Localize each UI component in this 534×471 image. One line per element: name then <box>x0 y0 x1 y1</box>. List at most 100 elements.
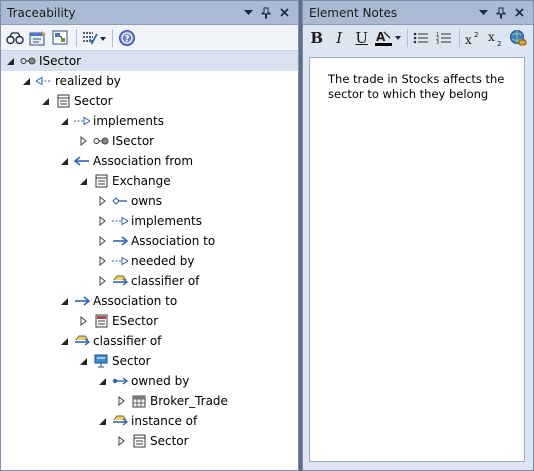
numbered-list-icon[interactable]: 123 <box>433 27 454 49</box>
toolbar-separator <box>458 29 460 47</box>
collapsed-triangle-icon[interactable] <box>77 135 89 147</box>
tree-node-label: Association to <box>131 234 216 248</box>
tree-node-label: realized by <box>55 74 121 88</box>
italic-button[interactable]: I <box>328 27 349 49</box>
subscript-icon[interactable]: x2 <box>485 27 506 49</box>
panel-title: Traceability <box>7 5 76 20</box>
element-notes-titlebar: Element Notes <box>303 1 533 25</box>
collapsed-triangle-icon[interactable] <box>115 435 127 447</box>
association-arrow-icon <box>74 293 90 309</box>
element-properties-icon[interactable] <box>27 27 49 49</box>
text-color-icon[interactable]: A <box>373 27 402 49</box>
bold-button[interactable]: B <box>306 27 327 49</box>
tree-node[interactable]: Sector <box>1 91 298 111</box>
tree-node[interactable]: ISector <box>1 131 298 151</box>
tree-node[interactable]: Sector <box>1 431 298 451</box>
svg-text:2: 2 <box>474 31 478 39</box>
tree-node-label: classifier of <box>131 274 200 288</box>
tree-node[interactable]: ISector <box>1 51 298 71</box>
tree-node[interactable]: ESector <box>1 311 298 331</box>
expanded-triangle-icon[interactable] <box>77 175 89 187</box>
dropdown-icon[interactable] <box>475 5 491 21</box>
tree-node[interactable]: owned by <box>1 371 298 391</box>
toolbar-separator <box>406 29 408 47</box>
expanded-triangle-icon[interactable] <box>96 415 108 427</box>
collapsed-triangle-icon[interactable] <box>96 255 108 267</box>
notes-editor[interactable]: The trade in Stocks affects the sector t… <box>309 57 525 462</box>
binoculars-icon[interactable] <box>4 27 26 49</box>
locate-in-diagram-icon[interactable] <box>50 27 72 49</box>
realization-arrow-icon <box>36 73 52 89</box>
dropdown-icon[interactable] <box>240 5 256 21</box>
tree-node[interactable]: Exchange <box>1 171 298 191</box>
tree-node-label: Sector <box>74 94 113 108</box>
expanded-triangle-icon[interactable] <box>58 335 70 347</box>
close-icon[interactable] <box>276 5 292 21</box>
notes-text[interactable]: The trade in Stocks affects the sector t… <box>310 58 524 102</box>
expanded-triangle-icon[interactable] <box>77 355 89 367</box>
expanded-triangle-icon[interactable] <box>96 375 108 387</box>
tree-node-label: ISector <box>39 54 82 68</box>
interface-icon <box>20 53 36 69</box>
tree-node-label: owned by <box>131 374 190 388</box>
collapsed-triangle-icon[interactable] <box>96 215 108 227</box>
close-icon[interactable] <box>511 5 527 21</box>
tree-node[interactable]: instance of <box>1 411 298 431</box>
tree-node-label: implements <box>93 114 164 128</box>
insert-hyperlink-icon[interactable] <box>508 27 529 49</box>
tree-node[interactable]: Association to <box>1 231 298 251</box>
expanded-triangle-icon[interactable] <box>4 55 16 67</box>
tree-node[interactable]: classifier of <box>1 331 298 351</box>
tree-node[interactable]: needed by <box>1 251 298 271</box>
underline-button[interactable]: U <box>351 27 372 49</box>
tree-node-label: needed by <box>131 254 195 268</box>
collapsed-triangle-icon[interactable] <box>96 275 108 287</box>
table-icon <box>131 393 147 409</box>
tree-node-label: Sector <box>150 434 189 448</box>
tree-node[interactable]: Sector <box>1 351 298 371</box>
element-notes-panel: Element Notes B I U A 123 x2 x2 The trad… <box>302 0 534 471</box>
bulleted-list-icon[interactable] <box>411 27 432 49</box>
pin-icon[interactable] <box>258 5 274 21</box>
pin-icon[interactable] <box>493 5 509 21</box>
traceability-titlebar: Traceability <box>1 1 298 25</box>
tree-node[interactable]: Association from <box>1 151 298 171</box>
tree-node[interactable]: owns <box>1 191 298 211</box>
expanded-triangle-icon[interactable] <box>58 295 70 307</box>
expanded-triangle-icon[interactable] <box>20 75 32 87</box>
tree-node-label: Sector <box>112 354 151 368</box>
collapsed-triangle-icon[interactable] <box>77 315 89 327</box>
help-icon[interactable]: ? <box>116 27 138 49</box>
classifier-icon <box>74 333 90 349</box>
classifier-icon <box>112 273 128 289</box>
tree-node[interactable]: classifier of <box>1 271 298 291</box>
notes-format-toolbar: B I U A 123 x2 x2 <box>303 25 533 51</box>
tree-node[interactable]: Association to <box>1 291 298 311</box>
svg-text:3: 3 <box>436 40 439 45</box>
tree-node-label: classifier of <box>93 334 162 348</box>
ownership-arrow-icon <box>112 373 128 389</box>
toolbar-separator <box>112 28 113 47</box>
tree-node[interactable]: implements <box>1 111 298 131</box>
tree-node[interactable]: Broker_Trade <box>1 391 298 411</box>
svg-text:x: x <box>465 33 472 46</box>
filter-options-icon[interactable] <box>80 27 108 49</box>
tree-node-label: Association to <box>93 294 178 308</box>
tree-node[interactable]: realized by <box>1 71 298 91</box>
class-icon <box>55 93 71 109</box>
collapsed-triangle-icon[interactable] <box>115 395 127 407</box>
tree-node-label: Broker_Trade <box>150 394 228 408</box>
traceability-panel: Traceability ? ISector realized by Secto… <box>0 0 299 471</box>
collapsed-triangle-icon[interactable] <box>96 195 108 207</box>
aggregation-icon <box>112 193 128 209</box>
enum-icon <box>93 313 109 329</box>
realization-arrow-icon <box>112 253 128 269</box>
superscript-icon[interactable]: x2 <box>463 27 484 49</box>
tree-node-label: Exchange <box>112 174 171 188</box>
expanded-triangle-icon[interactable] <box>58 115 70 127</box>
class-icon <box>131 433 147 449</box>
tree-node[interactable]: implements <box>1 211 298 231</box>
expanded-triangle-icon[interactable] <box>58 155 70 167</box>
expanded-triangle-icon[interactable] <box>39 95 51 107</box>
collapsed-triangle-icon[interactable] <box>96 235 108 247</box>
